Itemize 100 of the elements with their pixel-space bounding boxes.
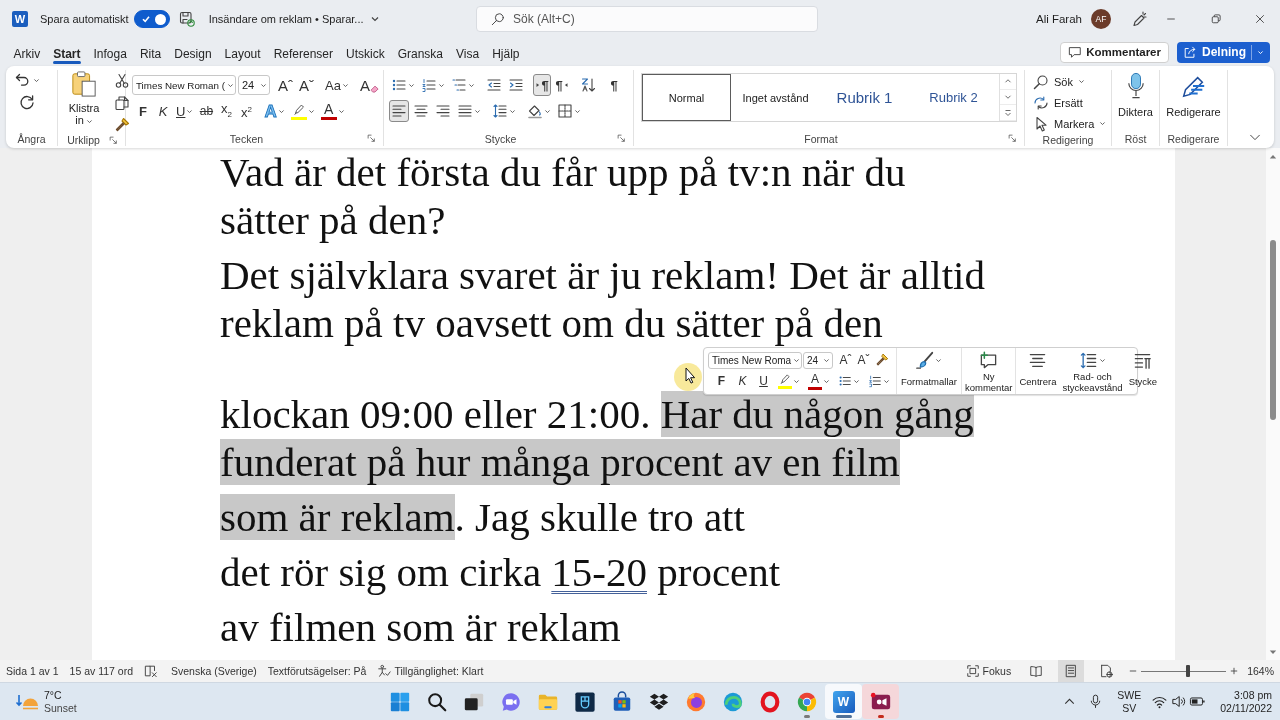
group-label: Tecken [229, 132, 264, 145]
taskbar-app-button[interactable]: W [825, 684, 862, 719]
right-to-left-button[interactable]: ¶ [553, 74, 571, 96]
caret-down-icon [438, 81, 445, 89]
align-left-icon [391, 103, 407, 119]
align-left-button[interactable] [389, 100, 409, 122]
superscript-button[interactable]: x$^{2}$ [237, 100, 256, 122]
ribbon-tab[interactable]: Start [46, 38, 87, 66]
ribbon-tab[interactable]: Design [167, 38, 219, 66]
bold-button[interactable]: F [713, 372, 730, 390]
web-page-icon [1099, 664, 1114, 678]
group-label: Röst [1124, 132, 1147, 145]
font-size-field[interactable]: 24 [803, 351, 833, 369]
dialog-launcher-icon[interactable] [617, 134, 626, 143]
left-to-right-button[interactable]: ¶ [533, 74, 551, 96]
ribbon-tab[interactable]: Visa [449, 38, 486, 66]
editor-button[interactable]: Redigerare [1166, 72, 1221, 131]
autosave-toggle[interactable] [133, 10, 170, 28]
ribbon-tab[interactable]: Rita [133, 38, 168, 66]
grow-font-button[interactable]: Aˆ [276, 74, 295, 96]
spacing-button[interactable]: Rad- och styckeavstånd [1059, 348, 1126, 394]
word-count[interactable]: 15 av 117 ord [69, 665, 133, 677]
highlight-button[interactable] [776, 372, 802, 390]
zoom-level-button[interactable]: 164% [1247, 665, 1274, 677]
scroll-down-icon[interactable] [1269, 650, 1277, 655]
proofing-button[interactable] [144, 664, 158, 678]
paragraph-button[interactable]: Stycke [1125, 348, 1161, 394]
save-button[interactable] [178, 11, 195, 27]
selected-text: som är reklam [220, 494, 455, 540]
underline-button[interactable]: U [174, 100, 196, 122]
style-option[interactable]: Inget avstånd [731, 74, 820, 121]
font-name-field[interactable]: Times New Roman ( [132, 75, 236, 95]
style-option[interactable]: Rubrik 1 [820, 74, 909, 121]
new-comment-button[interactable]: Ny kommentar [961, 348, 1017, 394]
paste-button[interactable]: Klistra in [64, 70, 104, 134]
center-button[interactable]: Centrera [1016, 348, 1060, 394]
group-label: Ångra [17, 132, 46, 145]
focus-button[interactable]: Fokus [965, 664, 1012, 678]
plus-icon [1230, 667, 1239, 675]
styles-button[interactable]: Formatmallar [897, 348, 962, 394]
checkmark-icon [140, 14, 151, 24]
strikethrough-button[interactable]: ab [197, 100, 216, 122]
quick-settings-button[interactable] [1151, 693, 1207, 710]
grow-font-button[interactable]: Aˆ [837, 351, 854, 369]
style-option[interactable]: Rubrik 2 [909, 74, 998, 121]
dialog-launcher-icon[interactable] [1008, 134, 1017, 143]
find-button[interactable]: Sök [1033, 72, 1111, 91]
brush-icon [875, 353, 889, 367]
copy-button[interactable] [112, 93, 132, 112]
weather-widget[interactable]: 7°C Sunset [15, 688, 77, 715]
subscript-button[interactable]: x$_{2}$ [217, 100, 236, 122]
ribbon-tab[interactable]: Utskick [339, 38, 392, 66]
dialog-launcher-icon[interactable] [109, 135, 118, 145]
dialog-launcher-icon[interactable] [367, 134, 376, 143]
scrollbar-thumb[interactable] [1270, 240, 1276, 420]
zoom-in-button[interactable] [1229, 665, 1240, 677]
ribbon-tab[interactable]: Infoga [87, 38, 134, 66]
shrink-font-button[interactable]: Aˇ [855, 351, 872, 369]
italic-button[interactable]: K [154, 100, 172, 122]
document-text: procent [656, 549, 781, 595]
ribbon-tab[interactable]: Referenser [267, 38, 340, 66]
shrink-font-button[interactable]: Aˇ [297, 74, 316, 96]
ribbon-tab[interactable]: Granska [391, 38, 450, 66]
font-name-field[interactable]: Times New Roma [708, 351, 802, 369]
scrollbar[interactable] [1266, 148, 1280, 660]
comment-plus-icon [979, 350, 999, 370]
pen-button[interactable] [1131, 11, 1147, 27]
style-option[interactable]: Normal [642, 74, 731, 121]
text-predictions-status[interactable]: Textförutsägelser: På [267, 665, 367, 677]
ribbon-tab[interactable]: Hjälp [485, 38, 527, 66]
dictate-button[interactable]: Diktera [1118, 72, 1153, 131]
document-text: . Jag skulle tro att [454, 494, 745, 540]
document-title-button[interactable]: Insändare om reklam • Sparar... [208, 13, 380, 25]
language-button[interactable]: SWE SV [1117, 688, 1142, 715]
zoom-slider-thumb[interactable] [1185, 665, 1190, 677]
page-count[interactable]: Sida 1 av 1 [6, 665, 59, 677]
font-color-button[interactable]: A [806, 372, 832, 390]
justify-icon [457, 103, 473, 119]
ribbon-tab[interactable]: Layout [218, 38, 268, 66]
print-layout-button[interactable] [1058, 660, 1085, 682]
show-marks-button[interactable]: ¶ [605, 74, 623, 96]
clock-button[interactable]: 3:08 pm 02/11/2022 [1220, 688, 1272, 715]
font-size-field[interactable]: 24 [238, 75, 270, 95]
search-field[interactable]: Sök (Alt+C) [476, 6, 818, 32]
comments-button[interactable]: Kommentarer [1060, 41, 1169, 63]
language-status[interactable]: Svenska (Sverige) [171, 665, 257, 677]
clear-formatting-button[interactable]: A [357, 74, 382, 96]
italic-button[interactable]: K [734, 372, 751, 390]
scroll-up-icon[interactable] [1269, 154, 1277, 159]
ribbon-tab[interactable]: Arkiv [7, 38, 47, 66]
share-button[interactable]: Delning [1177, 41, 1270, 63]
replace-button[interactable]: Ersätt [1033, 93, 1111, 112]
taskbar-app-button[interactable] [862, 684, 899, 719]
bold-button[interactable]: F [134, 100, 152, 122]
underline-button[interactable]: U [755, 372, 772, 390]
font-color-button[interactable]: A [318, 100, 347, 122]
change-case-button[interactable]: Aa [323, 74, 351, 96]
select-button[interactable]: Markera [1033, 114, 1111, 133]
user-avatar[interactable]: AF [1091, 9, 1111, 29]
accessibility-button[interactable]: Tillgänglighet: Klart [377, 664, 484, 678]
